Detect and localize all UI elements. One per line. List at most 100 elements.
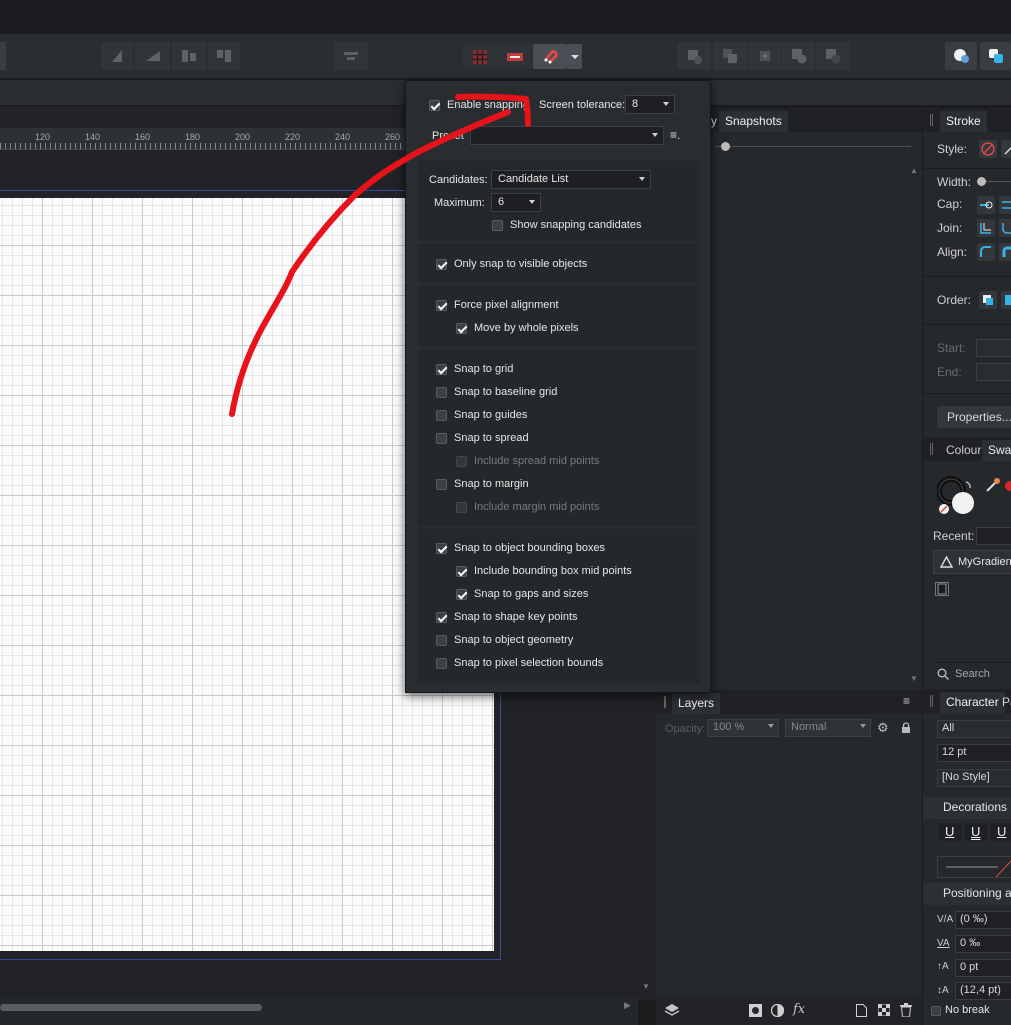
add-layer-checker-icon[interactable] (878, 1004, 890, 1016)
swatch-none-icon[interactable] (935, 582, 949, 596)
visible-only-checkbox[interactable] (436, 258, 447, 270)
double-underline-button[interactable]: U (965, 823, 987, 841)
tracking-field[interactable]: (0 ‰) (955, 911, 1011, 929)
enable-snapping-row[interactable]: Enable snapping (429, 99, 529, 111)
stroke-solid-button[interactable] (1001, 140, 1011, 158)
snap-spread-row[interactable]: Snap to spread (436, 432, 529, 444)
snap-grid-row[interactable]: Snap to grid (436, 363, 513, 375)
tab-snapshots[interactable]: Snapshots (719, 111, 788, 132)
tab-character[interactable]: Character (940, 692, 1005, 713)
font-collection-dropdown[interactable]: All (937, 720, 1011, 738)
toolbar-edge-button[interactable] (0, 42, 6, 70)
align-left-button[interactable] (172, 42, 206, 70)
join-round-button[interactable] (999, 219, 1011, 237)
whole-pixels-checkbox[interactable] (456, 322, 467, 334)
scroll-right-arrow-icon[interactable]: ▶ (624, 1000, 631, 1011)
snap-spread-checkbox[interactable] (436, 432, 447, 444)
guides-button[interactable] (498, 44, 532, 69)
tab-layers[interactable]: Layers (672, 693, 721, 714)
panel-grip-icon[interactable] (664, 696, 666, 708)
flip-vertical-button[interactable] (135, 42, 170, 70)
tab-colour[interactable]: Colour (940, 440, 987, 461)
history-slider-handle[interactable] (721, 142, 730, 151)
align-center-button[interactable] (977, 243, 995, 261)
underline-button[interactable]: U (939, 823, 961, 841)
character-style-dropdown[interactable]: [No Style] (937, 769, 1011, 787)
trash-icon[interactable] (900, 1003, 912, 1017)
snap-gaps-checkbox[interactable] (456, 588, 467, 600)
colour-mode-dot[interactable] (1005, 481, 1011, 491)
flip-horizontal-button[interactable] (101, 42, 133, 70)
scrollbar-thumb[interactable] (0, 1004, 262, 1011)
boolean-add-button[interactable] (782, 42, 815, 70)
end-arrowhead-field[interactable] (976, 363, 1011, 381)
stroke-width-slider-handle[interactable] (977, 177, 986, 186)
panel-grip-icon[interactable] (930, 443, 933, 455)
whole-pixels-row[interactable]: Move by whole pixels (456, 322, 579, 334)
snap-key-points-row[interactable]: Snap to shape key points (436, 611, 578, 623)
show-candidates-row[interactable]: Show snapping candidates (492, 219, 641, 231)
snap-guides-checkbox[interactable] (436, 409, 447, 421)
snap-pixel-selection-checkbox[interactable] (436, 657, 447, 669)
tab-stroke[interactable]: Stroke (940, 111, 987, 132)
snap-bbox-row[interactable]: Snap to object bounding boxes (436, 542, 605, 554)
snap-guides-row[interactable]: Snap to guides (436, 409, 527, 421)
recent-colours[interactable] (976, 527, 1011, 545)
force-pixel-checkbox[interactable] (436, 299, 447, 311)
order-behind-button[interactable] (979, 291, 997, 309)
snap-bbox-checkbox[interactable] (436, 542, 447, 554)
decoration-preview[interactable] (937, 856, 1011, 878)
tab-paragraph[interactable]: Pa (996, 692, 1011, 713)
candidates-dropdown[interactable]: Candidate List (491, 170, 651, 189)
kerning-field[interactable]: 0 ‰ (955, 935, 1011, 953)
distribute-button[interactable] (334, 42, 368, 70)
bbox-mid-checkbox[interactable] (456, 565, 467, 577)
snapping-options-dropdown[interactable] (567, 44, 582, 69)
preset-dropdown[interactable] (470, 126, 664, 145)
enable-snapping-checkbox[interactable] (429, 99, 440, 111)
scroll-down-arrow-icon[interactable]: ▼ (910, 674, 918, 683)
insert-top-button[interactable] (748, 42, 781, 70)
blend-mode-dropdown[interactable]: Normal (785, 719, 871, 737)
snap-key-points-checkbox[interactable] (436, 611, 447, 623)
adjustment-icon[interactable] (771, 1004, 784, 1017)
properties-button[interactable]: Properties... (937, 406, 1011, 428)
screen-tolerance-dropdown[interactable]: 8 (625, 95, 675, 114)
font-size-dropdown[interactable]: 12 pt (937, 744, 1011, 762)
align-right-button[interactable] (208, 42, 240, 70)
snap-baseline-row[interactable]: Snap to baseline grid (436, 386, 557, 398)
stroke-width-slider-track[interactable] (986, 181, 1011, 182)
cap-round-button[interactable] (999, 196, 1011, 214)
snap-pixel-selection-row[interactable]: Snap to pixel selection bounds (436, 657, 603, 669)
colour-picker-icon[interactable] (985, 477, 1001, 493)
panel-grip-icon[interactable] (930, 114, 933, 126)
snapping-button[interactable] (533, 44, 567, 69)
align-inside-button[interactable] (999, 243, 1011, 261)
panel-menu-icon[interactable]: ≡ (903, 694, 910, 708)
panel-grip-icon[interactable] (930, 695, 933, 707)
arrange-button[interactable] (980, 42, 1011, 70)
force-pixel-row[interactable]: Force pixel alignment (436, 299, 559, 311)
snap-grid-checkbox[interactable] (436, 363, 447, 375)
leading-field[interactable]: (12,4 pt) (955, 982, 1011, 1000)
stroke-none-button[interactable] (979, 140, 997, 158)
mask-icon[interactable] (749, 1004, 762, 1017)
swatch-search[interactable]: Search (933, 662, 1011, 684)
effects-fx-icon[interactable]: fx (793, 1002, 805, 1017)
assistant-button[interactable] (945, 42, 977, 70)
decorations-header[interactable]: Decorations (923, 797, 1011, 819)
tab-swatches[interactable]: Swat (982, 440, 1011, 461)
boolean-subtract-button[interactable] (816, 42, 850, 70)
preset-menu-icon[interactable]: ≡. (670, 128, 680, 142)
insert-inside-button[interactable] (677, 42, 711, 70)
positioning-header[interactable]: Positioning a (923, 883, 1011, 905)
fill-stroke-swatch-icon[interactable] (937, 476, 975, 516)
layer-settings-gear-icon[interactable]: ⚙ (877, 720, 889, 736)
strikethrough-button[interactable]: U (991, 823, 1011, 841)
start-arrowhead-field[interactable] (976, 339, 1011, 357)
snap-geometry-checkbox[interactable] (436, 634, 447, 646)
show-candidates-checkbox[interactable] (492, 219, 503, 231)
lock-icon[interactable] (901, 722, 911, 734)
snap-gaps-row[interactable]: Snap to gaps and sizes (456, 588, 588, 600)
snap-baseline-checkbox[interactable] (436, 386, 447, 398)
